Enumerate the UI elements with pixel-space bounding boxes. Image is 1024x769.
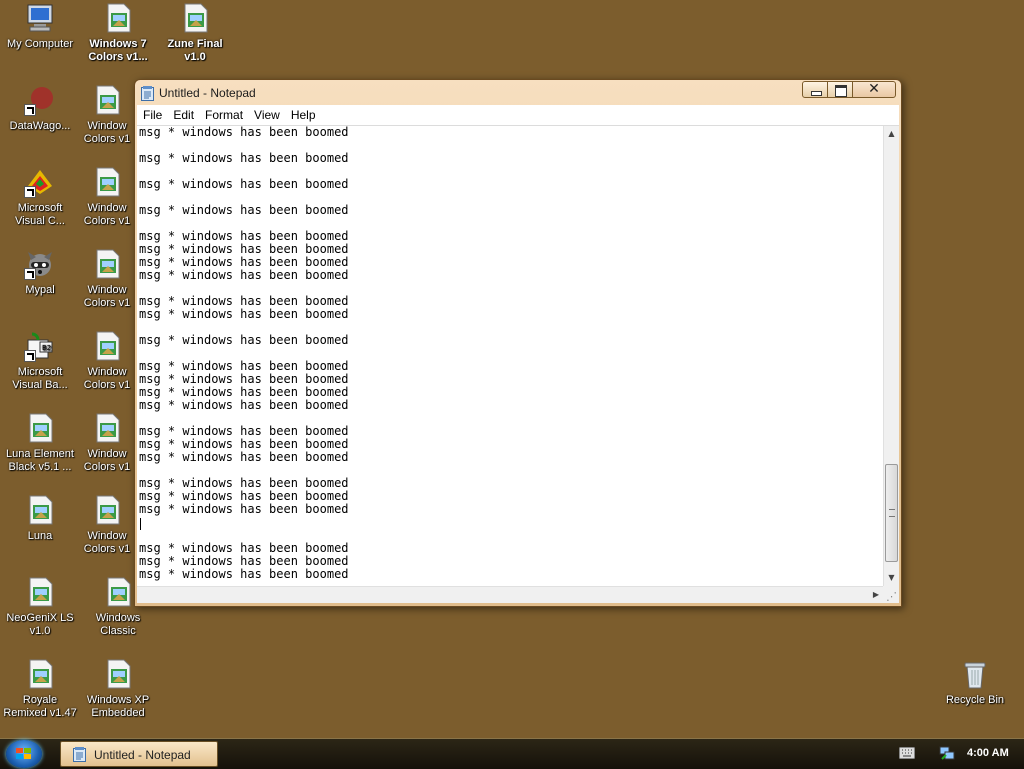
desktop-icon-my-computer[interactable]: My Computer xyxy=(1,2,79,51)
desktop-icon-window-colors-1[interactable]: Window Colors v1 xyxy=(79,84,135,146)
desktop-icon-zune-final[interactable]: Zune Final v1.0 xyxy=(156,2,234,64)
text-editor[interactable]: msg * windows has been boomed msg * wind… xyxy=(137,126,883,586)
theme-file-icon xyxy=(102,576,134,608)
editor-text[interactable]: msg * windows has been boomed msg * wind… xyxy=(137,126,883,581)
theme-file-icon xyxy=(91,494,123,526)
menu-format[interactable]: Format xyxy=(199,105,248,122)
desktop-icon-windows-7-colors[interactable]: Windows 7 Colors v1... xyxy=(79,2,157,64)
desktop-icon-mypal[interactable]: Mypal xyxy=(1,248,79,297)
vertical-scrollbar[interactable]: ▲ ▼ xyxy=(883,126,899,586)
theme-file-icon xyxy=(24,494,56,526)
desktop-icon-visual-c[interactable]: Microsoft Visual C... xyxy=(1,166,79,228)
menu-bar: File Edit Format View Help xyxy=(137,105,899,126)
desktop-icon-window-colors-2[interactable]: Window Colors v1 xyxy=(79,166,135,228)
menu-help[interactable]: Help xyxy=(285,105,321,122)
close-button[interactable]: ✕ xyxy=(852,81,896,98)
desktop-icon-window-colors-6[interactable]: Window Colors v1 xyxy=(79,494,135,556)
maximize-button[interactable] xyxy=(827,81,853,98)
visual-c-icon xyxy=(24,166,56,198)
theme-file-icon xyxy=(102,2,134,34)
visual-basic-icon: B2 xyxy=(24,330,56,362)
taskbar-item-label: Untitled - Notepad xyxy=(94,748,191,762)
window-title: Untitled - Notepad xyxy=(159,86,256,100)
resize-grip[interactable] xyxy=(883,586,899,603)
recycle-bin-icon xyxy=(959,658,991,690)
desktop-icon-luna-element-black[interactable]: Luna Element Black v5.1 ... xyxy=(1,412,79,474)
minimize-button[interactable] xyxy=(802,81,828,98)
scroll-down-arrow-icon[interactable]: ▼ xyxy=(884,570,899,586)
title-bar[interactable]: Untitled - Notepad ✕ xyxy=(135,80,901,106)
computer-icon xyxy=(24,2,56,34)
network-icon[interactable] xyxy=(939,745,955,761)
theme-file-icon xyxy=(91,84,123,116)
taskbar-item-notepad[interactable]: Untitled - Notepad xyxy=(60,741,218,767)
desktop-icon-neogenix-ls[interactable]: NeoGeniX LS v1.0 xyxy=(1,576,79,638)
theme-file-icon xyxy=(24,658,56,690)
desktop-icon-visual-basic[interactable]: B2 Microsoft Visual Ba... xyxy=(1,330,79,392)
horizontal-scrollbar[interactable]: ▶ xyxy=(137,586,883,603)
taskbar: Untitled - Notepad 4:00 AM xyxy=(0,738,1024,769)
theme-file-icon xyxy=(179,2,211,34)
scroll-up-arrow-icon[interactable]: ▲ xyxy=(884,126,899,142)
desktop-icon-window-colors-5[interactable]: Window Colors v1 xyxy=(79,412,135,474)
desktop-icon-luna[interactable]: Luna xyxy=(1,494,79,543)
theme-file-icon xyxy=(91,412,123,444)
notepad-window[interactable]: Untitled - Notepad ✕ File Edit Format View H… xyxy=(134,79,902,607)
start-button[interactable] xyxy=(6,740,42,768)
windows-logo-icon xyxy=(16,748,32,760)
vertical-scroll-thumb[interactable] xyxy=(885,464,898,562)
scroll-grip-icon xyxy=(889,509,895,517)
theme-file-icon xyxy=(91,248,123,280)
shortcut-app-icon xyxy=(24,84,56,116)
menu-view[interactable]: View xyxy=(248,105,285,122)
keyboard-icon[interactable] xyxy=(899,747,915,759)
theme-file-icon xyxy=(91,166,123,198)
desktop-icon-windows-xp-embedded[interactable]: Windows XP Embedded xyxy=(79,658,157,720)
menu-file[interactable]: File xyxy=(137,105,167,122)
desktop-icon-window-colors-3[interactable]: Window Colors v1 xyxy=(79,248,135,310)
svg-text:B2: B2 xyxy=(42,344,51,352)
desktop-icon-royale-remixed[interactable]: Royale Remixed v1.47 xyxy=(0,658,80,720)
close-icon: ✕ xyxy=(868,81,880,97)
desktop-icon-window-colors-4[interactable]: Window Colors v1 xyxy=(79,330,135,392)
theme-file-icon xyxy=(24,412,56,444)
system-clock[interactable]: 4:00 AM xyxy=(967,747,1009,759)
desktop-icon-recycle-bin[interactable]: Recycle Bin xyxy=(936,658,1014,707)
notepad-icon xyxy=(141,86,154,101)
theme-file-icon xyxy=(24,576,56,608)
raccoon-icon xyxy=(24,248,56,280)
notepad-icon xyxy=(73,747,86,762)
scroll-right-arrow-icon[interactable]: ▶ xyxy=(873,587,879,603)
text-caret xyxy=(140,518,141,530)
menu-edit[interactable]: Edit xyxy=(167,105,199,122)
theme-file-icon xyxy=(91,330,123,362)
theme-file-icon xyxy=(102,658,134,690)
desktop-icon-datawago[interactable]: DataWago... xyxy=(1,84,79,133)
